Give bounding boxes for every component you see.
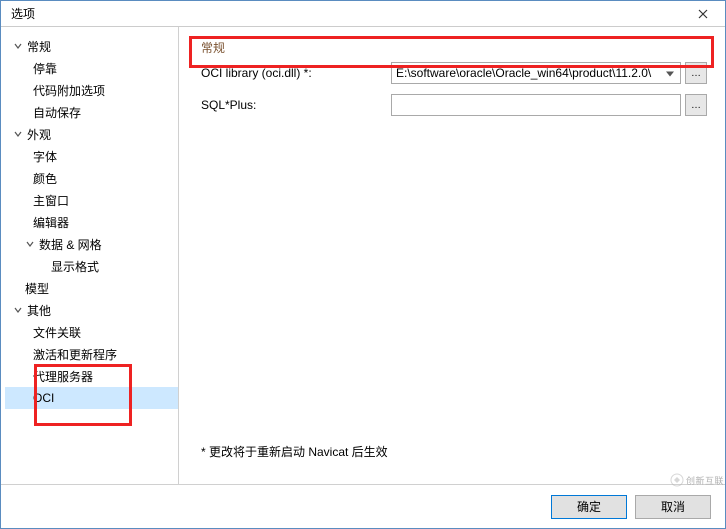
dialog-footer: 确定 取消	[1, 484, 725, 528]
nav-tree: 常规 停靠 代码附加选项 自动保存 外观 字体 颜色 主窗口 编辑器	[5, 35, 178, 409]
tree-label: 字体	[33, 148, 57, 165]
tree-item-code-addon[interactable]: 代码附加选项	[5, 79, 178, 101]
tree-label: 代理服务器	[33, 368, 93, 385]
oci-library-combo[interactable]: E:\software\oracle\Oracle_win64\product\…	[391, 62, 681, 84]
oci-library-label: OCI library (oci.dll) *:	[201, 66, 391, 80]
tree-item-docking[interactable]: 停靠	[5, 57, 178, 79]
tree-item-file-assoc[interactable]: 文件关联	[5, 321, 178, 343]
tree-item-proxy[interactable]: 代理服务器	[5, 365, 178, 387]
tree-label: 编辑器	[33, 214, 69, 231]
tree-item-activation[interactable]: 激活和更新程序	[5, 343, 178, 365]
oci-library-browse-button[interactable]: …	[685, 62, 707, 84]
chevron-down-icon	[11, 39, 25, 53]
tree-label: 停靠	[33, 60, 57, 77]
chevron-down-icon	[11, 127, 25, 141]
tree-item-main-window[interactable]: 主窗口	[5, 189, 178, 211]
restart-note: * 更改将于重新启动 Navicat 后生效	[201, 443, 707, 470]
main-panel: 常规 OCI library (oci.dll) *: E:\software\…	[179, 27, 725, 484]
oci-library-value: E:\software\oracle\Oracle_win64\product\…	[396, 66, 651, 80]
tree-item-other[interactable]: 其他	[5, 299, 178, 321]
tree-label: 显示格式	[51, 258, 99, 275]
ellipsis-icon: …	[691, 68, 701, 79]
close-button[interactable]	[683, 2, 723, 26]
tree-label: 模型	[25, 280, 49, 297]
tree-item-general[interactable]: 常规	[5, 35, 178, 57]
close-icon	[698, 9, 708, 19]
tree-label: 自动保存	[33, 104, 81, 121]
tree-label: 外观	[27, 126, 51, 143]
chevron-down-icon	[23, 237, 37, 251]
sqlplus-input[interactable]	[391, 94, 681, 116]
cancel-button[interactable]: 取消	[635, 495, 711, 519]
tree-item-editor[interactable]: 编辑器	[5, 211, 178, 233]
tree-label: 代码附加选项	[33, 82, 105, 99]
chevron-down-icon	[11, 303, 25, 317]
tree-item-display-format[interactable]: 显示格式	[5, 255, 178, 277]
sqlplus-browse-button[interactable]: …	[685, 94, 707, 116]
tree-label: 常规	[27, 38, 51, 55]
sqlplus-label: SQL*Plus:	[201, 98, 391, 112]
ellipsis-icon: …	[691, 100, 701, 111]
tree-label: 颜色	[33, 170, 57, 187]
tree-label: 文件关联	[33, 324, 81, 341]
tree-label: 其他	[27, 302, 51, 319]
tree-item-appearance[interactable]: 外观	[5, 123, 178, 145]
tree-label: OCI	[33, 391, 54, 405]
window-title: 选项	[11, 5, 35, 22]
tree-item-font[interactable]: 字体	[5, 145, 178, 167]
tree-item-data-grid[interactable]: 数据 & 网格	[5, 233, 178, 255]
ok-button[interactable]: 确定	[551, 495, 627, 519]
section-header: 常规	[201, 39, 707, 56]
tree-label: 主窗口	[33, 192, 69, 209]
tree-item-oci[interactable]: OCI	[5, 387, 178, 409]
sidebar: 常规 停靠 代码附加选项 自动保存 外观 字体 颜色 主窗口 编辑器	[1, 27, 179, 484]
options-dialog: 选项 常规 停靠 代码附加选项 自动保存	[0, 0, 726, 529]
tree-label: 数据 & 网格	[39, 236, 102, 253]
tree-item-color[interactable]: 颜色	[5, 167, 178, 189]
sqlplus-field: …	[391, 94, 707, 116]
dialog-body: 常规 停靠 代码附加选项 自动保存 外观 字体 颜色 主窗口 编辑器	[1, 27, 725, 484]
tree-label: 激活和更新程序	[33, 346, 117, 363]
tree-item-model[interactable]: 模型	[5, 277, 178, 299]
row-sqlplus: SQL*Plus: …	[201, 94, 707, 116]
row-oci-library: OCI library (oci.dll) *: E:\software\ora…	[201, 62, 707, 84]
tree-item-autosave[interactable]: 自动保存	[5, 101, 178, 123]
titlebar: 选项	[1, 1, 725, 27]
oci-library-field: E:\software\oracle\Oracle_win64\product\…	[391, 62, 707, 84]
